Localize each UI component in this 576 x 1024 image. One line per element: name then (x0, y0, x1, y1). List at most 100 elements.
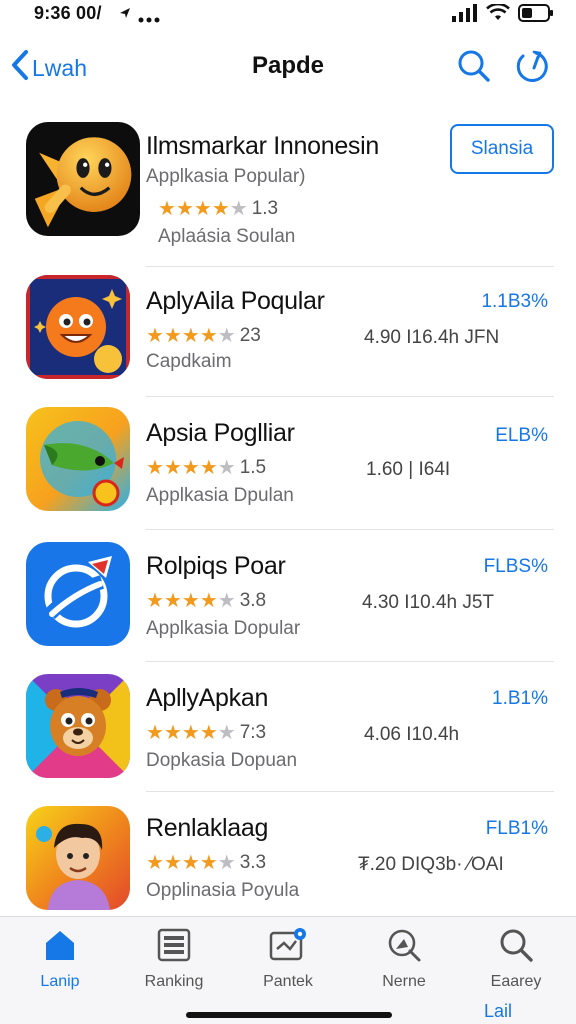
tab-label: Pantek (263, 973, 313, 990)
search-icon (496, 925, 536, 965)
star-rating: ★ ★ ★ ★ ★ 23 (146, 325, 261, 347)
app-subtitle-secondary: Aplaásia Soulan (158, 226, 296, 247)
refresh-icon (514, 48, 550, 89)
app-subtitle: Capdkaim (146, 351, 232, 372)
rating-value: 7:3 (239, 722, 267, 743)
app-icon-fish (26, 122, 140, 236)
star-icon: ★ (199, 590, 218, 612)
tab-label: Eaarey (490, 973, 542, 990)
app-icon-person (26, 806, 130, 910)
app-icon-bear (26, 674, 130, 778)
app-icon-sun (26, 275, 130, 379)
more-dots-icon (138, 10, 160, 28)
rating-value: 3.3 (239, 852, 267, 873)
list-item[interactable]: Apsia Poglliar ★ ★ ★ ★ ★ 1.5 1.60 | I64I App… (0, 397, 576, 530)
tab-extra-label: Lail (484, 1001, 513, 1021)
app-title: Renlaklaag (146, 814, 269, 842)
star-icon: ★ (158, 198, 176, 220)
star-empty-icon: ★ (217, 457, 236, 479)
star-rating: ★ ★ ★ ★ ★ 1.3 (158, 198, 278, 220)
list-item[interactable]: ApllyApkan ★ ★ ★ ★ ★ 7:3 4.06 I10.4h Dopkasi… (0, 662, 576, 792)
star-empty-icon: ★ (229, 198, 248, 220)
app-title: AplyAila Poqular (146, 287, 325, 315)
rating-value: 1.5 (239, 457, 267, 478)
tab-bar: Lanip Ranking Pantek Nerne Eaarey Lail (0, 916, 576, 1024)
star-icon: ★ (146, 722, 164, 744)
star-icon: ★ (163, 852, 182, 874)
tab-ranking[interactable]: Ranking (124, 925, 224, 1001)
search-doc-icon (384, 925, 424, 965)
app-title: Rolpiqs Poar (146, 552, 286, 580)
star-icon: ★ (211, 198, 230, 220)
star-icon: ★ (146, 325, 164, 347)
price-label[interactable]: FLBS% (484, 556, 548, 578)
list-item[interactable]: AplyAila Poqular ★ ★ ★ ★ ★ 23 4.90 I16.4h JF… (0, 267, 576, 397)
app-subtitle: Applkasia Dpulan (146, 485, 294, 506)
app-meta: 4.30 I10.4h J5T (362, 592, 495, 613)
star-rating: ★ ★ ★ ★ ★ 3.8 (146, 590, 266, 612)
app-title: Ilmsmarkar Innonesin (146, 132, 379, 160)
star-icon: ★ (146, 457, 164, 479)
star-icon: ★ (163, 457, 182, 479)
star-icon: ★ (181, 325, 200, 347)
refresh-button[interactable] (510, 48, 554, 88)
star-empty-icon: ★ (217, 852, 236, 874)
app-meta: 1.60 | I64I (366, 459, 451, 480)
star-icon: ★ (163, 590, 182, 612)
star-icon: ★ (199, 457, 218, 479)
star-rating: ★ ★ ★ ★ ★ 7:3 (146, 722, 266, 744)
list-item[interactable]: Rolpiqs Poar ★ ★ ★ ★ ★ 3.8 4.30 I10.4h J5T A… (0, 530, 576, 662)
tab-search[interactable]: Eaarey (466, 925, 566, 1001)
tab-home[interactable]: Lanip (10, 925, 110, 1001)
app-meta: 4.90 I16.4h JFN (364, 327, 500, 348)
price-label[interactable]: FLB1% (486, 818, 548, 840)
price-label[interactable]: ELB% (495, 425, 548, 447)
tab-label: Lanip (40, 973, 80, 990)
star-empty-icon: ★ (217, 722, 236, 744)
home-icon (40, 925, 80, 965)
star-icon: ★ (181, 852, 200, 874)
tab-updates[interactable]: Pantek (238, 925, 338, 1001)
star-icon: ★ (175, 198, 194, 220)
location-icon (118, 6, 132, 25)
star-rating: ★ ★ ★ ★ ★ 3.3 (146, 852, 266, 874)
get-button[interactable]: Slansia (450, 124, 554, 174)
tab-new[interactable]: Nerne (354, 925, 454, 1001)
app-title: Apsia Poglliar (146, 419, 295, 447)
star-icon: ★ (199, 722, 218, 744)
app-subtitle: Opplinasia Poyula (146, 880, 300, 901)
tab-label: Ranking (144, 973, 204, 990)
navigation-bar: Lwah Papde (0, 40, 576, 96)
price-label[interactable]: 1.1B3% (481, 291, 548, 313)
app-meta: 4.06 I10.4h (364, 724, 460, 745)
star-empty-icon: ★ (217, 325, 236, 347)
status-time: 9:36 00/ (34, 3, 102, 23)
home-indicator (186, 1012, 392, 1018)
app-subtitle: Applkasia Dopular (146, 618, 301, 639)
wifi-icon (486, 2, 510, 27)
list-item[interactable]: Renlaklaag ★ ★ ★ ★ ★ 3.3 ₮.20 DIQ3b· ⁄OAI Op… (0, 792, 576, 916)
list-item[interactable]: Ilmsmarkar Innonesin Applkasia Popular) … (0, 112, 576, 267)
rating-value: 3.8 (239, 590, 267, 611)
search-button[interactable] (452, 48, 496, 88)
tab-label: Nerne (382, 973, 426, 990)
star-icon: ★ (163, 325, 182, 347)
updates-icon (268, 925, 308, 965)
app-title: ApllyApkan (146, 684, 269, 712)
app-subtitle: Dopkasia Dopuan (146, 750, 298, 771)
star-empty-icon: ★ (217, 590, 236, 612)
price-label[interactable]: 1.B1% (492, 688, 548, 710)
star-icon: ★ (146, 852, 164, 874)
search-icon (456, 48, 492, 89)
star-rating: ★ ★ ★ ★ ★ 1.5 (146, 457, 266, 479)
app-icon-rocket (26, 407, 130, 511)
app-meta: ₮.20 DIQ3b· ⁄OAI (358, 854, 504, 875)
star-icon: ★ (181, 722, 200, 744)
rating-value: 1.3 (251, 198, 279, 219)
star-icon: ★ (199, 852, 218, 874)
status-bar: 9:36 00/ (0, 0, 576, 28)
battery-icon (518, 4, 554, 27)
app-subtitle: Applkasia Popular) (146, 166, 306, 187)
star-icon: ★ (181, 590, 200, 612)
star-icon: ★ (199, 325, 218, 347)
